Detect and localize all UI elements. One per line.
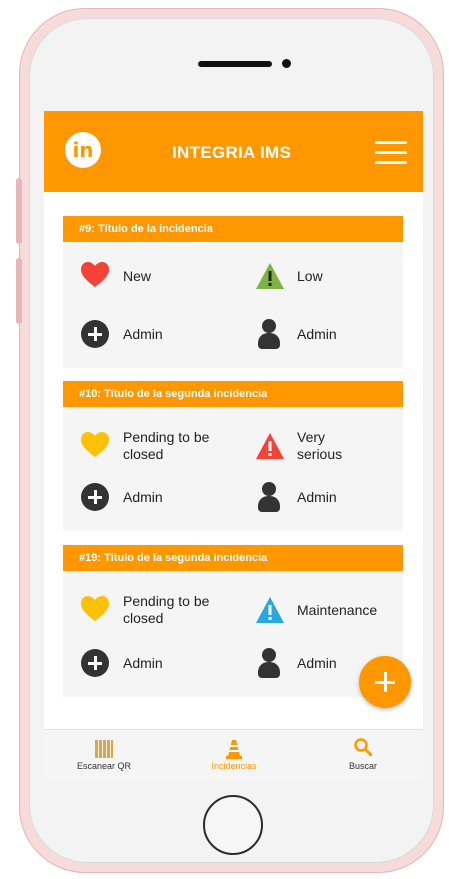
add-circle-icon (81, 320, 109, 348)
heart-icon (81, 432, 109, 460)
app-title: INTEGRIA IMS (172, 143, 292, 162)
nav-label: Buscar (348, 761, 377, 771)
logo-text: in (72, 138, 94, 162)
incident-title: #10: Título de la segunda incidencia (63, 381, 403, 407)
priority-label: Low (297, 267, 323, 284)
add-circle-icon (81, 649, 109, 677)
warning-icon (255, 432, 284, 460)
creator-label: Admin (123, 325, 163, 342)
priority-label: Very serious (297, 429, 343, 462)
incident-card[interactable]: #9: Título de la incidencia New Low Admi… (63, 216, 403, 368)
app-logo[interactable]: in (65, 132, 101, 168)
nav-incidents[interactable]: Incidencias (174, 730, 294, 780)
add-incident-button[interactable] (359, 656, 411, 708)
status-label: Pending to be closed (123, 429, 210, 462)
heart-icon (81, 262, 109, 290)
status-label: New (123, 267, 152, 284)
bottom-navigation: Escanear QR Incidencias Buscar (44, 729, 423, 780)
nav-scan-qr[interactable]: Escanear QR (44, 730, 164, 780)
creator-label: Admin (123, 488, 163, 505)
owner-label: Admin (297, 325, 337, 342)
speaker-grille (198, 61, 272, 67)
incident-card[interactable]: #10: Título de la segunda incidencia Pen… (63, 381, 403, 531)
nav-search[interactable]: Buscar (303, 730, 423, 780)
add-circle-icon (81, 483, 109, 511)
incident-card[interactable]: #19: Título de la segunda incidencia Pen… (63, 545, 403, 697)
owner-label: Admin (297, 488, 337, 505)
volume-up-button (16, 178, 22, 244)
priority-label: Maintenance (297, 601, 378, 618)
hamburger-menu-icon[interactable] (375, 141, 407, 165)
heart-icon (81, 596, 109, 624)
nav-label: Incidencias (211, 761, 257, 771)
volume-down-button (16, 258, 22, 324)
traffic-cone-icon (226, 740, 242, 759)
user-icon (255, 319, 283, 349)
status-label: Pending to be closed (123, 593, 210, 626)
incident-title: #19: Título de la segunda incidencia (63, 545, 403, 571)
owner-label: Admin (297, 654, 337, 671)
nav-label: Escanear QR (76, 761, 132, 771)
home-button[interactable] (203, 795, 263, 855)
app-header: in INTEGRIA IMS (44, 111, 423, 192)
warning-icon (255, 596, 284, 624)
user-icon (255, 482, 283, 512)
user-icon (255, 648, 283, 678)
creator-label: Admin (123, 654, 163, 671)
incident-title: #9: Título de la incidencia (63, 216, 403, 242)
qr-code-icon (95, 740, 113, 758)
front-camera (282, 59, 291, 68)
warning-icon (255, 262, 284, 290)
search-icon (354, 738, 372, 756)
